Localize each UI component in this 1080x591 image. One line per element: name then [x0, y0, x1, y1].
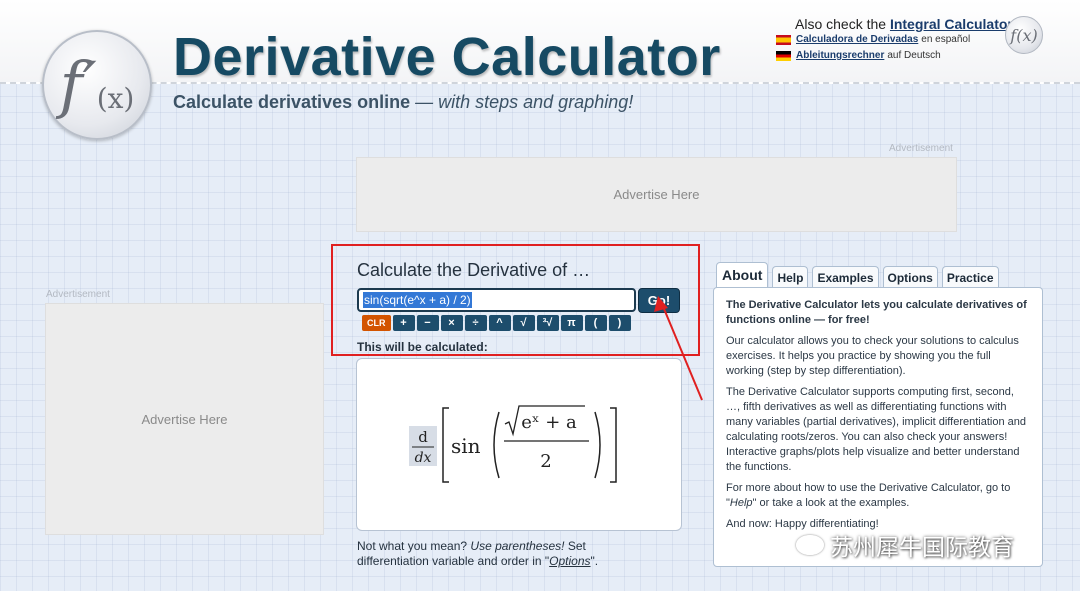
hint-text: Not what you mean? Use parentheses! Set …: [357, 539, 657, 569]
german-suffix: auf Deutsch: [887, 50, 941, 61]
top-ad-box[interactable]: Advertise Here: [356, 157, 957, 232]
also-check-prefix: Also check the: [795, 16, 887, 32]
tab-about[interactable]: About: [716, 262, 769, 290]
german-link[interactable]: Ableitungsrechner: [796, 50, 884, 61]
watermark: 苏州犀牛国际教育: [796, 528, 1014, 562]
info-tabs: About Help Examples Options Practice: [716, 262, 999, 290]
also-check: Also check the Integral Calculator!: [795, 16, 1017, 32]
sin-label: sin: [451, 434, 481, 458]
page-title: Derivative Calculator: [173, 27, 721, 87]
right-bracket: [610, 406, 617, 483]
formula-svg: d dx sin eˣ + a 2: [409, 404, 617, 483]
about-panel: The Derivative Calculator lets you calcu…: [713, 287, 1043, 567]
page-subtitle: Calculate derivatives online — with step…: [173, 92, 633, 113]
denominator: 2: [540, 451, 551, 472]
spanish-suffix: en español: [921, 34, 971, 45]
numerator: eˣ + a: [521, 412, 577, 433]
hint-part-1: Not what you mean?: [357, 539, 468, 553]
derivative-d: d: [418, 428, 428, 446]
subtitle-bold: Calculate derivatives online: [173, 92, 411, 112]
left-paren: [493, 411, 500, 478]
left-ad-label: Advertisement: [46, 289, 110, 300]
left-bracket: [442, 406, 449, 483]
fx-logo[interactable]: f′ (x): [42, 30, 152, 140]
top-ad-label: Advertisement: [889, 143, 953, 154]
wechat-icon: [796, 535, 824, 555]
hint-part-4: ".: [590, 554, 599, 568]
german-row: Ableitungsrechner auf Deutsch: [776, 50, 941, 61]
subtitle-italic: — with steps and graphing!: [415, 92, 634, 112]
spanish-link[interactable]: Calculadora de Derivadas: [796, 34, 918, 45]
about-p3-b: " or take a look at the examples.: [752, 497, 910, 509]
left-ad-box[interactable]: Advertise Here: [45, 303, 324, 535]
spanish-row: Calculadora de Derivadas en español: [776, 34, 970, 45]
integral-logo-icon[interactable]: f(x): [1005, 16, 1043, 54]
about-paragraph-3: For more about how to use the Derivative…: [726, 481, 1030, 511]
annotation-highlight-box: [331, 244, 700, 356]
options-link[interactable]: Options: [549, 554, 590, 568]
watermark-text: 苏州犀牛国际教育: [830, 534, 1014, 560]
help-link[interactable]: Help: [730, 497, 753, 509]
about-lead: The Derivative Calculator lets you calcu…: [726, 299, 1027, 326]
derivative-dx: dx: [415, 450, 432, 466]
annotation-arrow-icon: [654, 296, 703, 401]
logo-x: (x): [96, 81, 135, 115]
right-paren: [594, 411, 601, 478]
hint-part-2: Use parentheses!: [470, 539, 565, 553]
about-paragraph-2: The Derivative Calculator supports compu…: [726, 386, 1026, 473]
formula-preview: d dx sin eˣ + a 2: [356, 358, 682, 531]
about-paragraph-1: Our calculator allows you to check your …: [726, 335, 1019, 377]
germany-flag-icon: [776, 50, 791, 61]
spain-flag-icon: [776, 34, 791, 45]
integral-calculator-link[interactable]: Integral Calculator: [890, 16, 1013, 32]
logo-f: f′: [59, 48, 97, 121]
